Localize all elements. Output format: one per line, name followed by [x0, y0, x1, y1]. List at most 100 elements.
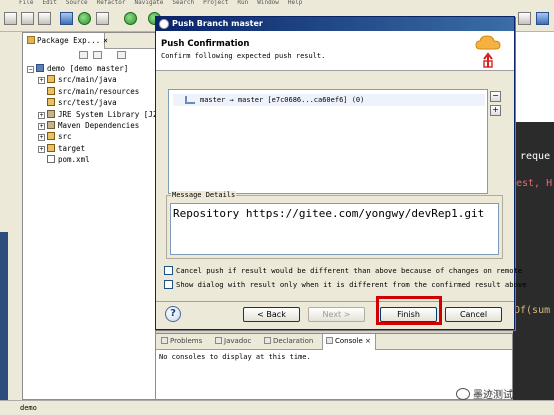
page-description: Confirm following expected push result.: [161, 52, 326, 60]
java-perspective-icon[interactable]: [536, 12, 549, 25]
tree-item-label: demo [demo master]: [47, 64, 129, 73]
finish-highlight: [376, 296, 442, 325]
collapse-all-icon[interactable]: [79, 51, 88, 59]
message-details-text[interactable]: Repository https://gitee.com/yongwy/devR…: [170, 203, 499, 255]
show-dialog-option[interactable]: Show dialog with result only when it is …: [164, 280, 527, 292]
folder-icon: [47, 132, 55, 141]
expand-all-button[interactable]: +: [490, 105, 501, 116]
show-dialog-label: Show dialog with result only when it is …: [176, 280, 527, 289]
message-details-group: Message Details Repository https://gitee…: [166, 191, 503, 259]
collapse-all-button[interactable]: −: [490, 91, 501, 102]
tab-label: Console: [335, 337, 363, 345]
code-line: est, H: [516, 178, 553, 189]
code-line: Of(sum: [514, 305, 551, 316]
tab-problems[interactable]: Problems: [161, 337, 202, 345]
tab-package-explorer[interactable]: Package Exp... ×: [23, 33, 108, 49]
tab-declaration[interactable]: Declaration: [264, 337, 313, 345]
tree-item[interactable]: + src/main/java: [27, 74, 155, 85]
expand-icon[interactable]: +: [38, 145, 45, 153]
tree-item-label: src/main/java: [58, 75, 117, 85]
tree-item[interactable]: + Maven Dependencies: [27, 120, 155, 131]
code-line: reque: [520, 151, 551, 162]
cancel-button[interactable]: Cancel: [445, 307, 502, 322]
tab-label: Javadoc: [224, 337, 252, 345]
page-title: Push Confirmation: [161, 39, 250, 49]
tree-item[interactable]: src/main/resources: [27, 86, 155, 97]
source-folder-icon: [47, 86, 55, 95]
tree-item[interactable]: src/test/java: [27, 97, 155, 108]
expand-icon[interactable]: +: [38, 77, 45, 85]
wechat-icon: [456, 388, 470, 400]
file-icon: [47, 155, 55, 164]
console-message: No consoles to display at this time.: [159, 353, 311, 361]
problems-icon: [161, 337, 168, 344]
help-button[interactable]: ?: [165, 306, 181, 322]
tab-console[interactable]: Console ×: [322, 334, 376, 350]
expand-icon[interactable]: +: [38, 111, 45, 119]
javadoc-icon: [215, 337, 222, 344]
build-icon[interactable]: [96, 12, 109, 25]
tree-item-label: src: [58, 132, 72, 142]
push-result-label: master → master [e7c0686...ca60ef6] (0): [200, 96, 365, 104]
expand-icon[interactable]: +: [38, 122, 45, 130]
push-result-tree[interactable]: master → master [e7c0686...ca60ef6] (0): [168, 89, 488, 194]
library-icon: [47, 120, 55, 129]
tab-label: Declaration: [273, 337, 314, 345]
close-icon[interactable]: ×: [365, 337, 371, 345]
dialog-header: Push Confirmation Confirm following expe…: [156, 31, 514, 71]
project-tree: − demo [demo master] + src/main/java src/mai…: [23, 62, 158, 166]
tab-label: Package Exp...: [37, 36, 101, 45]
debug-icon[interactable]: [60, 12, 73, 25]
editor-gutter: [513, 330, 554, 400]
left-edge: [0, 32, 22, 402]
cancel-push-checkbox[interactable]: [164, 266, 173, 275]
package-explorer: Package Exp... × − demo [demo master] + src/…: [22, 32, 158, 400]
tree-item[interactable]: + src: [27, 131, 155, 142]
explorer-toolbar: [23, 49, 155, 62]
tree-item-label: Maven Dependencies: [58, 120, 140, 130]
run-icon[interactable]: [78, 12, 91, 25]
save-icon[interactable]: [21, 12, 34, 25]
tree-item[interactable]: + target: [27, 143, 155, 154]
watermark: 墨迹测试: [456, 386, 513, 401]
declaration-icon: [264, 337, 271, 344]
print-icon[interactable]: [38, 12, 51, 25]
watermark-text: 墨迹测试: [473, 390, 513, 401]
dialog-title: Push Branch master: [172, 19, 263, 28]
button-separator: [156, 301, 514, 302]
tree-item-label: target: [58, 143, 86, 153]
console-tabbar: Problems Javadoc Declaration Console ×: [156, 334, 512, 350]
expand-icon[interactable]: +: [38, 134, 45, 142]
tree-item[interactable]: + JRE System Library [J2: [27, 109, 158, 120]
close-icon[interactable]: ×: [103, 36, 108, 45]
show-dialog-checkbox[interactable]: [164, 280, 173, 289]
dialog-title-bar: Push Branch master: [156, 17, 514, 31]
tab-javadoc[interactable]: Javadoc: [215, 337, 251, 345]
push-branch-dialog: Push Branch master Push Confirmation Con…: [155, 16, 527, 330]
settings-icon[interactable]: [124, 12, 137, 25]
tab-label: Problems: [170, 337, 203, 345]
next-button[interactable]: Next >: [308, 307, 365, 322]
branch-icon: [185, 96, 195, 104]
perspective-icon[interactable]: [518, 12, 531, 25]
source-folder-icon: [47, 75, 55, 84]
console-icon: [326, 337, 333, 344]
cloud-push-icon: [475, 35, 501, 68]
cancel-push-label: Cancel push if result would be different…: [176, 266, 523, 275]
new-icon[interactable]: [4, 12, 17, 25]
back-button[interactable]: < Back: [243, 307, 300, 322]
link-editor-icon[interactable]: [93, 51, 102, 59]
view-menu-icon[interactable]: [117, 51, 126, 59]
source-folder-icon: [47, 98, 55, 107]
tree-item-label: JRE System Library [J2: [58, 109, 158, 119]
tree-item[interactable]: pom.xml: [27, 154, 155, 165]
folder-icon: [47, 143, 55, 152]
cancel-push-option[interactable]: Cancel push if result would be different…: [164, 266, 522, 278]
package-explorer-tabbar: Package Exp... ×: [23, 33, 155, 49]
git-icon: [159, 19, 169, 29]
collapse-icon[interactable]: −: [27, 66, 34, 73]
tree-item-label: pom.xml: [58, 155, 90, 165]
tree-item[interactable]: − demo [demo master]: [27, 63, 155, 74]
push-result-row[interactable]: master → master [e7c0686...ca60ef6] (0): [173, 94, 485, 106]
tree-item-label: src/test/java: [58, 98, 117, 108]
